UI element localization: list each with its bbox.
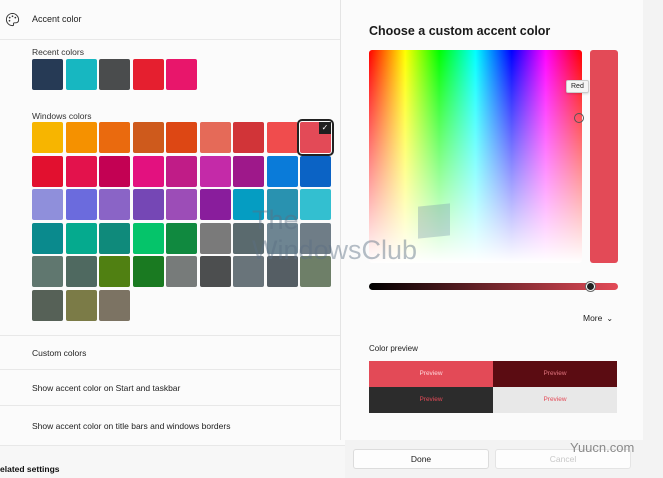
- preview-tile-accent: Preview: [369, 361, 493, 387]
- windows-color-swatch[interactable]: [266, 256, 298, 287]
- windows-color-swatch[interactable]: [166, 122, 197, 153]
- accent-on-titlebars-label: Show accent color on title bars and wind…: [32, 421, 231, 431]
- dialog-title: Choose a custom accent color: [369, 24, 551, 38]
- recent-color-swatch[interactable]: [132, 59, 164, 90]
- windows-color-swatch[interactable]: ✓: [297, 119, 334, 156]
- accent-on-taskbar-label: Show accent color on Start and taskbar: [32, 383, 181, 393]
- spectrum-cursor[interactable]: [574, 113, 584, 123]
- brightness-slider[interactable]: [369, 283, 618, 290]
- accent-on-taskbar-row[interactable]: Show accent color on Start and taskbar: [0, 370, 345, 406]
- recent-color-swatch[interactable]: [32, 59, 63, 90]
- recent-color-swatch[interactable]: [166, 59, 197, 90]
- done-button[interactable]: Done: [353, 449, 489, 469]
- windows-color-swatch[interactable]: [300, 256, 331, 287]
- windows-color-swatch[interactable]: [266, 155, 298, 187]
- windows-color-swatch[interactable]: [233, 155, 264, 187]
- windows-color-swatch[interactable]: [233, 122, 264, 153]
- color-spectrum[interactable]: [369, 50, 582, 263]
- windows-color-swatch[interactable]: [300, 155, 331, 187]
- chevron-down-icon: ⌄: [606, 314, 614, 323]
- windows-color-swatch[interactable]: [233, 189, 264, 220]
- selected-color-bar: [590, 50, 618, 263]
- windows-color-swatch[interactable]: [199, 256, 231, 287]
- windows-color-swatch[interactable]: [99, 189, 130, 220]
- site-watermark: Yuucn.com: [570, 440, 635, 455]
- windows-color-swatch[interactable]: [266, 122, 298, 153]
- windows-color-swatch[interactable]: [32, 155, 63, 187]
- recent-colors-label: Recent colors: [32, 47, 84, 57]
- windows-color-swatch[interactable]: [199, 222, 231, 254]
- windows-color-swatch[interactable]: [32, 222, 63, 254]
- windows-color-swatch[interactable]: [32, 289, 63, 321]
- windows-color-swatch[interactable]: [199, 189, 231, 220]
- accent-color-title: Accent color: [32, 14, 82, 24]
- windows-color-swatch[interactable]: [99, 256, 130, 287]
- windows-color-swatch[interactable]: [300, 189, 331, 220]
- preview-tile-dark: Preview: [493, 361, 617, 387]
- brightness-slider-thumb[interactable]: [586, 282, 595, 291]
- windows-color-swatch[interactable]: [300, 222, 331, 254]
- windows-color-swatch[interactable]: [32, 256, 63, 287]
- more-toggle[interactable]: More ⌄: [583, 313, 613, 323]
- windows-color-swatch[interactable]: [32, 189, 63, 220]
- custom-accent-dialog: Choose a custom accent color Red More ⌄ C…: [340, 0, 643, 440]
- windows-color-swatch[interactable]: [266, 222, 298, 254]
- windows-color-swatch[interactable]: [166, 155, 197, 187]
- preview-tile-on-light: Preview: [493, 387, 617, 413]
- windows-color-swatch[interactable]: [132, 256, 164, 287]
- windows-color-swatch[interactable]: [132, 189, 164, 220]
- windows-color-swatch[interactable]: [132, 222, 164, 254]
- windows-color-swatch[interactable]: [233, 256, 264, 287]
- recent-color-swatch[interactable]: [99, 59, 130, 90]
- windows-color-swatch[interactable]: [65, 155, 97, 187]
- windows-color-swatch[interactable]: [65, 222, 97, 254]
- windows-color-swatch[interactable]: [65, 122, 97, 153]
- accent-on-titlebars-row[interactable]: Show accent color on title bars and wind…: [0, 406, 345, 446]
- windows-color-swatch[interactable]: [32, 122, 63, 153]
- accent-settings-panel: Accent color Recent colors Windows color…: [0, 0, 345, 478]
- checkmark-icon: ✓: [319, 122, 331, 134]
- color-name-tooltip: Red: [566, 80, 589, 93]
- windows-color-swatch[interactable]: [233, 222, 264, 254]
- preview-tile-on-dark: Preview: [369, 387, 493, 413]
- windows-color-swatch[interactable]: [166, 256, 197, 287]
- windows-color-swatch[interactable]: [199, 122, 231, 153]
- windows-color-swatch[interactable]: [99, 289, 130, 321]
- custom-colors-row[interactable]: Custom colors: [0, 336, 345, 370]
- swatch-area: Recent colors Windows colors ✓: [0, 40, 345, 336]
- windows-color-swatch[interactable]: [132, 122, 164, 153]
- windows-color-swatch[interactable]: [166, 222, 197, 254]
- custom-colors-label: Custom colors: [32, 348, 87, 358]
- windows-colors-label: Windows colors: [32, 111, 92, 121]
- windows-color-swatch[interactable]: [99, 155, 130, 187]
- windows-color-swatch[interactable]: [99, 222, 130, 254]
- palette-icon: [5, 12, 20, 27]
- windows-color-swatch[interactable]: [65, 189, 97, 220]
- accent-color-header[interactable]: Accent color: [0, 0, 345, 40]
- windows-color-swatch[interactable]: [99, 122, 130, 153]
- color-preview-grid: Preview Preview Preview Preview: [369, 361, 618, 413]
- related-settings-heading: elated settings: [0, 464, 60, 474]
- windows-color-swatch[interactable]: [199, 155, 231, 187]
- recent-color-swatch[interactable]: [65, 59, 97, 90]
- windows-color-swatch[interactable]: [65, 256, 97, 287]
- windows-color-swatch[interactable]: [166, 189, 197, 220]
- windows-color-swatch[interactable]: [266, 189, 298, 220]
- more-label: More: [583, 313, 603, 323]
- color-preview-label: Color preview: [369, 344, 418, 353]
- windows-color-swatch[interactable]: [65, 289, 97, 321]
- windows-color-swatch[interactable]: [132, 155, 164, 187]
